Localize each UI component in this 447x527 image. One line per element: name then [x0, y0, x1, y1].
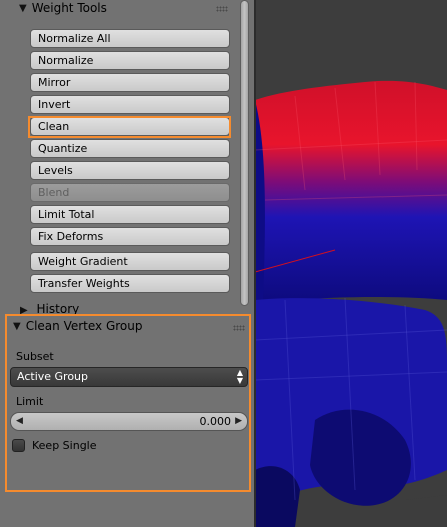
keep-single-checkbox[interactable] [12, 439, 25, 452]
disclosure-triangle-icon: ▼ [19, 2, 27, 14]
clean-panel-header[interactable]: ▼ Clean Vertex Group [13, 319, 143, 333]
invert-button[interactable]: Invert [30, 95, 230, 114]
subset-select[interactable]: Active Group ▲ ▼ [10, 367, 248, 387]
clean-panel-title: Clean Vertex Group [25, 319, 143, 333]
fix-deforms-button[interactable]: Fix Deforms [30, 227, 230, 246]
panel-grip-icon[interactable] [233, 325, 245, 331]
normalize-all-button[interactable]: Normalize All [30, 29, 230, 48]
3d-viewport[interactable] [255, 0, 447, 527]
panel-grip-icon[interactable] [216, 6, 228, 12]
scrollbar-thumb[interactable] [240, 0, 249, 306]
mirror-button[interactable]: Mirror [30, 73, 230, 92]
levels-button[interactable]: Levels [30, 161, 230, 180]
subset-label: Subset [16, 350, 54, 363]
normalize-button[interactable]: Normalize [30, 51, 230, 70]
limit-label: Limit [16, 395, 44, 408]
keep-single-label[interactable]: Keep Single [32, 439, 97, 452]
weight-tools-header[interactable]: ▼ Weight Tools [19, 0, 107, 19]
subset-value: Active Group [17, 370, 89, 383]
limit-slider[interactable]: ◀ 0.000 ▶ [10, 412, 248, 431]
limit-total-button[interactable]: Limit Total [30, 205, 230, 224]
blend-button[interactable]: Blend [30, 183, 230, 202]
region-divider[interactable] [254, 0, 256, 527]
disclosure-triangle-icon: ▼ [13, 320, 21, 332]
tool-shelf: ▼ Weight Tools Normalize All Normalize M… [0, 0, 255, 527]
clean-vertex-group-panel: ▼ Clean Vertex Group Subset Active Group… [5, 314, 251, 492]
weight-paint-mesh [255, 80, 447, 527]
slider-left-arrow-icon[interactable]: ◀ [16, 413, 23, 430]
weight-tools-title: Weight Tools [31, 1, 107, 15]
weight-gradient-button[interactable]: Weight Gradient [30, 252, 230, 271]
transfer-weights-button[interactable]: Transfer Weights [30, 274, 230, 293]
select-arrows-icon: ▲ ▼ [236, 368, 243, 385]
slider-right-arrow-icon[interactable]: ▶ [235, 413, 242, 430]
clean-button[interactable]: Clean [30, 117, 230, 136]
quantize-button[interactable]: Quantize [30, 139, 230, 158]
limit-value: 0.000 [199, 415, 232, 428]
